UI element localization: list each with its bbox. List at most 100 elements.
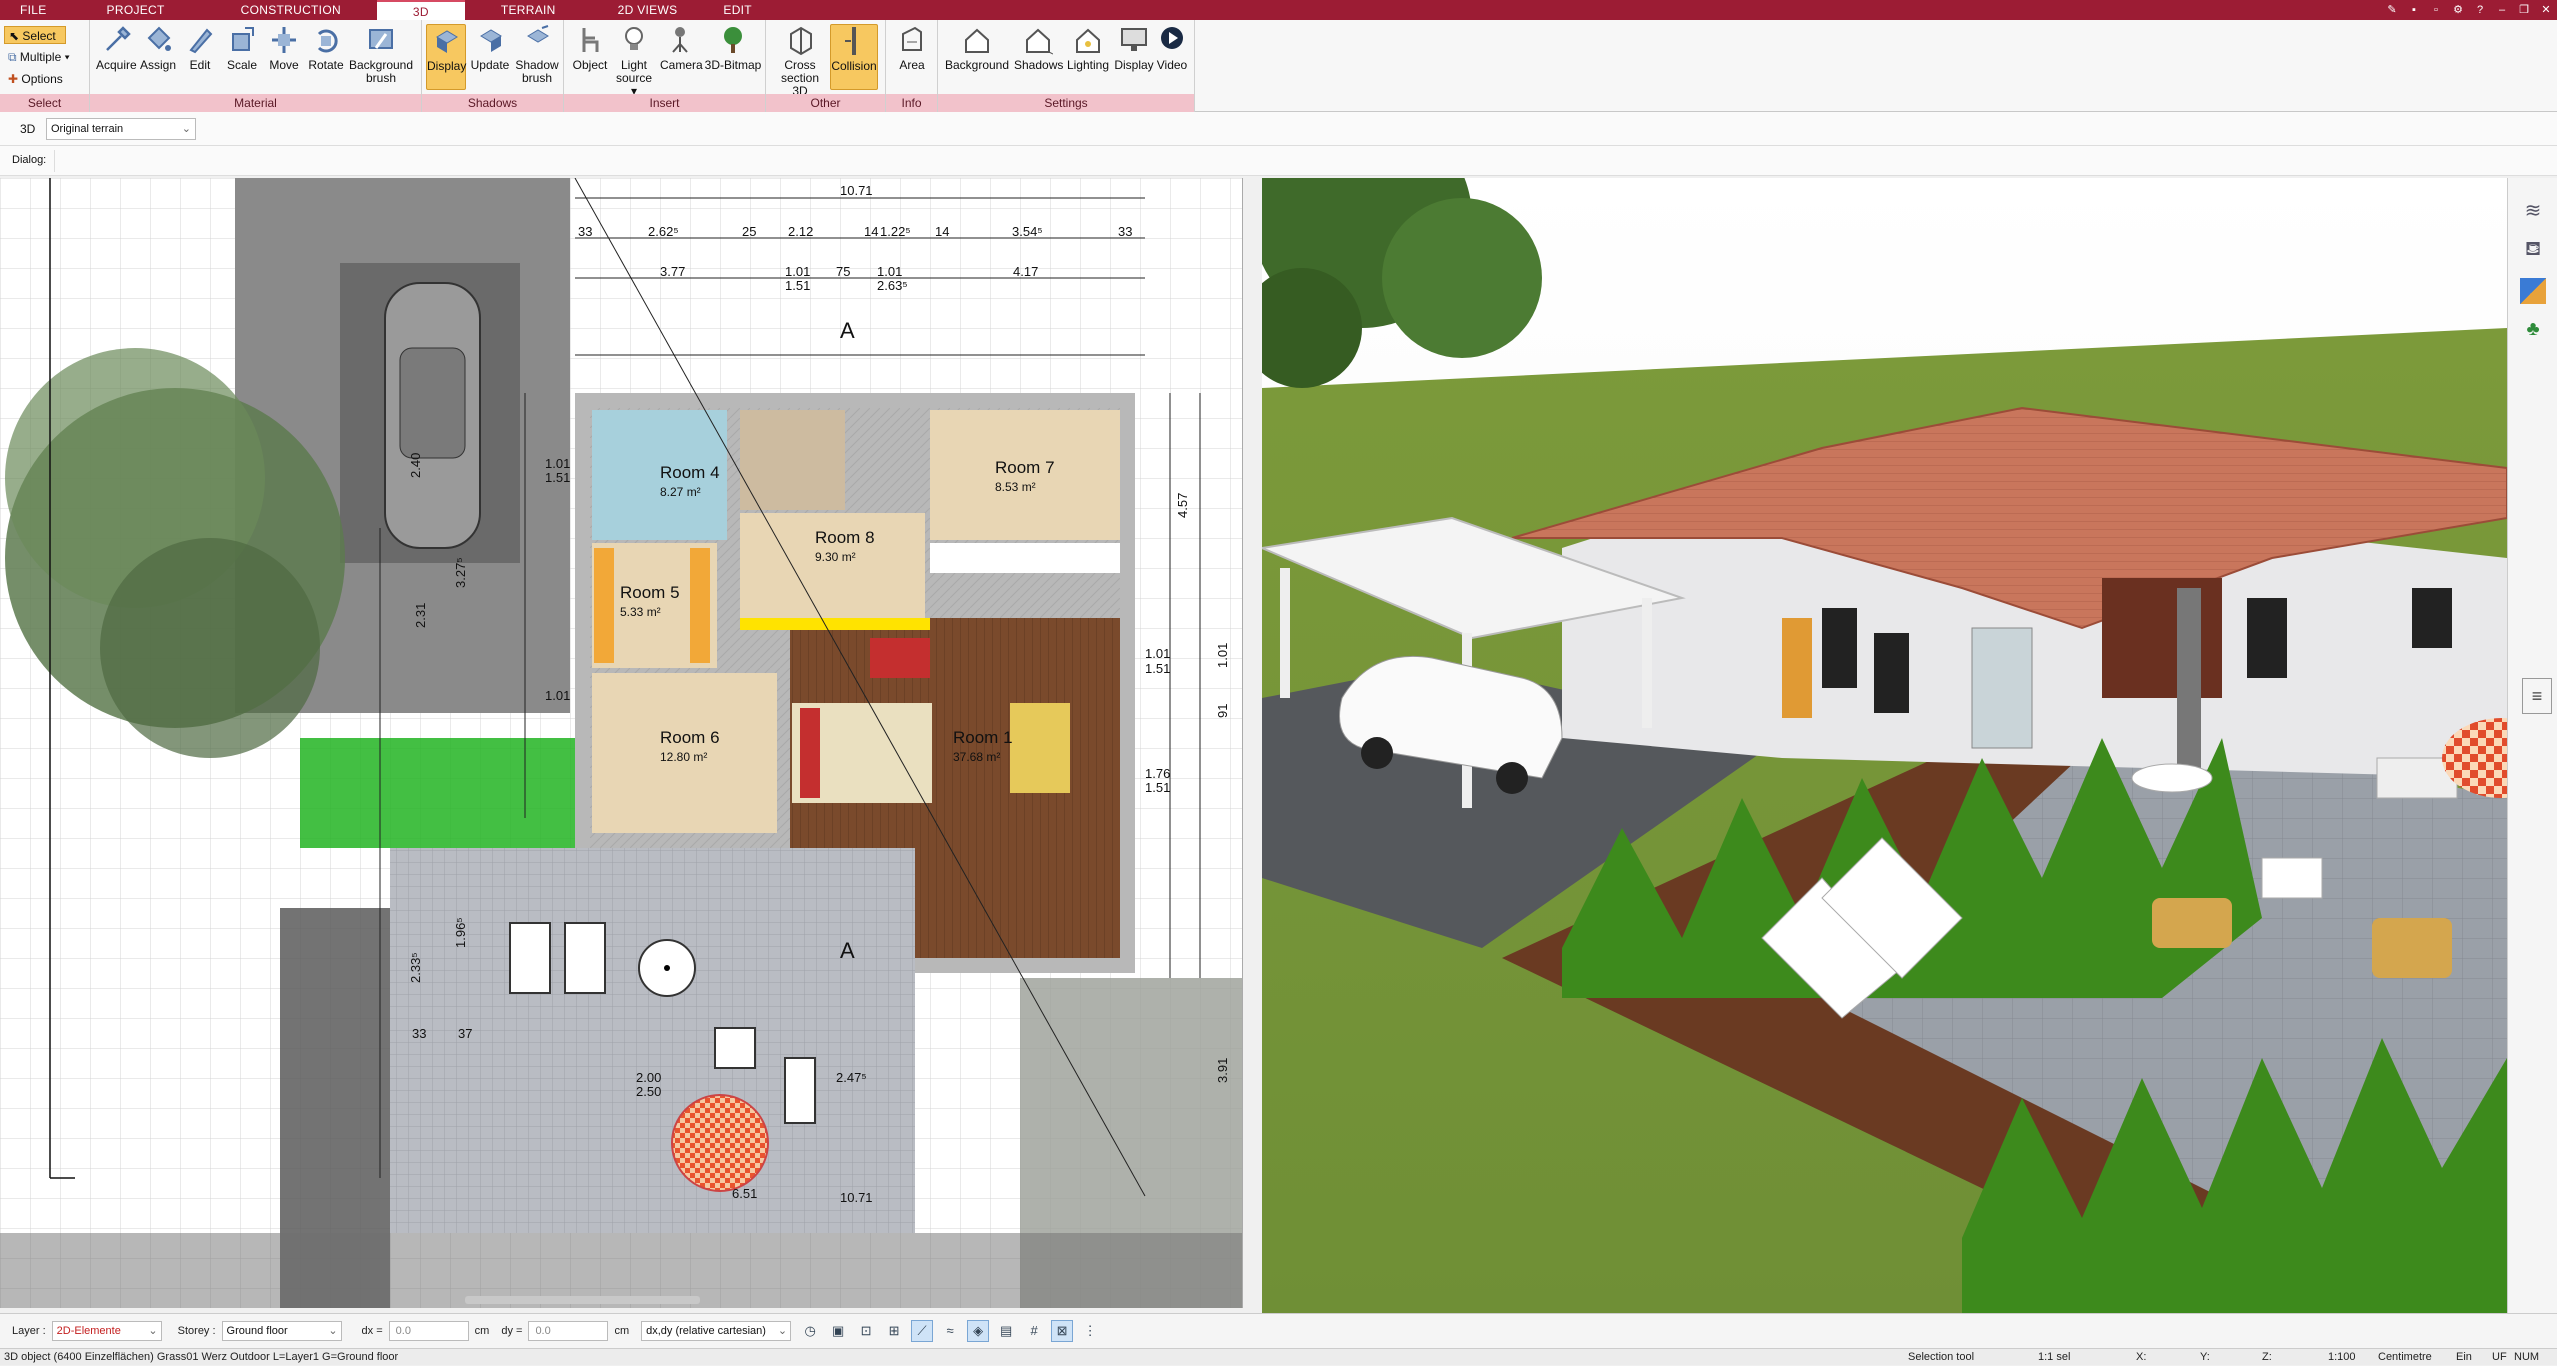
panel-toggle-icon[interactable]: ≡ xyxy=(2522,678,2552,714)
grid-icon[interactable]: # xyxy=(1023,1320,1045,1342)
background-brush-label: Background brush xyxy=(348,58,414,85)
dy-input[interactable]: 0.0 xyxy=(528,1321,609,1341)
clock-icon[interactable]: ◷ xyxy=(799,1320,821,1342)
dim-label: 3.77 xyxy=(660,264,685,279)
display-settings-button[interactable]: Display xyxy=(1112,24,1156,90)
room-6-label: Room 6 xyxy=(660,728,720,747)
snap-object-icon[interactable]: ⊠ xyxy=(1051,1320,1074,1342)
move-icon xyxy=(272,27,296,53)
storey-select[interactable]: Ground floor ⌄ xyxy=(221,1321,342,1341)
3d-view[interactable] xyxy=(1262,178,2507,1313)
scale-button[interactable]: Scale xyxy=(222,24,262,90)
storey-label: Storey : xyxy=(177,1325,216,1337)
shadow-brush-icon xyxy=(527,25,549,43)
help-icon[interactable]: ? xyxy=(2473,3,2487,17)
dy-label: dy = xyxy=(501,1325,523,1337)
group-info: Area Info xyxy=(886,20,938,112)
settings-icon[interactable]: ⚙ xyxy=(2451,3,2465,17)
floor-plan-view[interactable]: 10.71 33 2.62⁵ 25 2.12 14 1.22⁵ 14 3.54⁵… xyxy=(0,178,1243,1308)
dim-label: 4.17 xyxy=(1013,264,1038,279)
shadow-brush-label: Shadow brush xyxy=(515,58,559,85)
dim-label: 1.01 xyxy=(1145,646,1170,661)
video-label: Video xyxy=(1156,58,1188,72)
tab-file[interactable]: FILE xyxy=(0,0,67,20)
assign-button[interactable]: Assign xyxy=(138,24,178,90)
background-brush-button[interactable]: Background brush xyxy=(348,24,414,90)
display-shadows-button[interactable]: Display xyxy=(426,24,466,90)
rotate-button[interactable]: Rotate xyxy=(306,24,346,90)
object-button[interactable]: Object xyxy=(570,24,610,90)
horizontal-scrollbar[interactable] xyxy=(465,1296,700,1304)
snap-curve-icon[interactable]: ≈ xyxy=(939,1320,961,1342)
area-icon xyxy=(902,26,922,51)
snap-ortho-icon[interactable]: ▤ xyxy=(995,1320,1017,1342)
lighting-button[interactable]: Lighting xyxy=(1064,24,1112,90)
assign-label: Assign xyxy=(139,58,177,72)
select-button[interactable]: ⬉ Select xyxy=(4,26,66,44)
window xyxy=(1874,633,1909,713)
floor-plan-canvas[interactable]: 10.71 33 2.62⁵ 25 2.12 14 1.22⁵ 14 3.54⁵… xyxy=(0,178,1243,1308)
tab-terrain[interactable]: TERRAIN xyxy=(465,0,592,20)
dim-label: 1.01 xyxy=(1215,643,1230,668)
edit-material-button[interactable]: Edit xyxy=(180,24,220,90)
snap-grid-icon[interactable]: ⊞ xyxy=(883,1320,905,1342)
scale-label: Scale xyxy=(226,58,258,72)
coord-mode-select[interactable]: dx,dy (relative cartesian) ⌄ xyxy=(641,1321,792,1341)
cross-section-3d-button[interactable]: Cross section 3D xyxy=(774,24,826,98)
tab-3d[interactable]: 3D xyxy=(376,0,465,20)
room-1-label: Room 1 xyxy=(953,728,1013,747)
dim-label: 10.71 xyxy=(840,1190,873,1205)
area-button[interactable]: Area xyxy=(892,24,932,90)
tab-edit[interactable]: EDIT xyxy=(703,0,772,20)
close-icon[interactable]: ✕ xyxy=(2539,3,2553,17)
multiple-button[interactable]: ⧉ Multiple ▾ xyxy=(4,48,70,66)
snap-point-icon[interactable]: ⊡ xyxy=(855,1320,877,1342)
quick-icon[interactable]: ▪ xyxy=(2407,3,2421,17)
terrain-select[interactable]: Original terrain ⌄ xyxy=(46,118,196,140)
background-button[interactable]: Background xyxy=(942,24,1012,90)
shadow-brush-button[interactable]: Shadow brush xyxy=(514,24,560,90)
dim-label: 91 xyxy=(1215,704,1230,718)
dialog-field[interactable] xyxy=(54,150,2549,172)
dim-label: 2.00 xyxy=(636,1070,661,1085)
section-marker-top: A xyxy=(840,318,855,343)
3d-render-canvas[interactable] xyxy=(1262,178,2507,1313)
group-select: ⬉ Select ⧉ Multiple ▾ ✚ Options Select xyxy=(0,20,90,112)
layers-icon[interactable]: ≋ xyxy=(2520,198,2546,224)
materials-icon[interactable] xyxy=(2520,278,2546,304)
light-bulb-icon xyxy=(625,27,643,50)
dx-input[interactable]: 0.0 xyxy=(388,1321,469,1341)
restore-icon[interactable]: ❐ xyxy=(2517,3,2531,17)
tab-2d-views[interactable]: 2D VIEWS xyxy=(592,0,704,20)
snap-screen-icon[interactable]: ▣ xyxy=(827,1320,849,1342)
background-label: Background xyxy=(944,58,1010,72)
group-title-other: Other xyxy=(766,94,885,112)
side-panel-strip: ≋ ⛾ ♣ ≡ xyxy=(2507,178,2557,1313)
options-button[interactable]: ✚ Options xyxy=(4,70,63,88)
acquire-button[interactable]: Acquire xyxy=(96,24,137,90)
dim-label: 1.96⁵ xyxy=(453,917,468,948)
light-source-button[interactable]: Light source ▾ xyxy=(614,24,654,98)
dx-unit: cm xyxy=(474,1325,490,1337)
pin-icon[interactable]: ▫ xyxy=(2429,3,2443,17)
snap-line-icon[interactable]: ⟋ xyxy=(911,1320,934,1342)
more-icon[interactable]: ⋮ xyxy=(1079,1320,1101,1342)
plants-icon[interactable]: ♣ xyxy=(2520,318,2546,344)
acquire-label: Acquire xyxy=(96,58,137,72)
dim-label: 2.40 xyxy=(408,453,423,478)
layer-select[interactable]: 2D-Elemente ⌄ xyxy=(51,1321,162,1341)
collision-label: Collision xyxy=(831,59,877,73)
tools-icon[interactable]: ✎ xyxy=(2385,3,2399,17)
minimize-icon[interactable]: – xyxy=(2495,3,2509,17)
move-button[interactable]: Move xyxy=(264,24,304,90)
snap-angle-icon[interactable]: ◈ xyxy=(967,1320,990,1342)
tab-construction[interactable]: CONSTRUCTION xyxy=(205,0,377,20)
tab-project[interactable]: PROJECT xyxy=(67,0,205,20)
furniture-icon[interactable]: ⛾ xyxy=(2520,238,2546,264)
shadows-settings-button[interactable]: Shadows xyxy=(1014,24,1063,90)
camera-button[interactable]: Camera xyxy=(660,24,703,90)
collision-button[interactable]: Collision xyxy=(830,24,878,90)
video-button[interactable]: Video xyxy=(1152,24,1192,90)
update-shadows-button[interactable]: Update xyxy=(470,24,510,90)
3d-bitmap-button[interactable]: 3D-Bitmap xyxy=(704,24,762,90)
